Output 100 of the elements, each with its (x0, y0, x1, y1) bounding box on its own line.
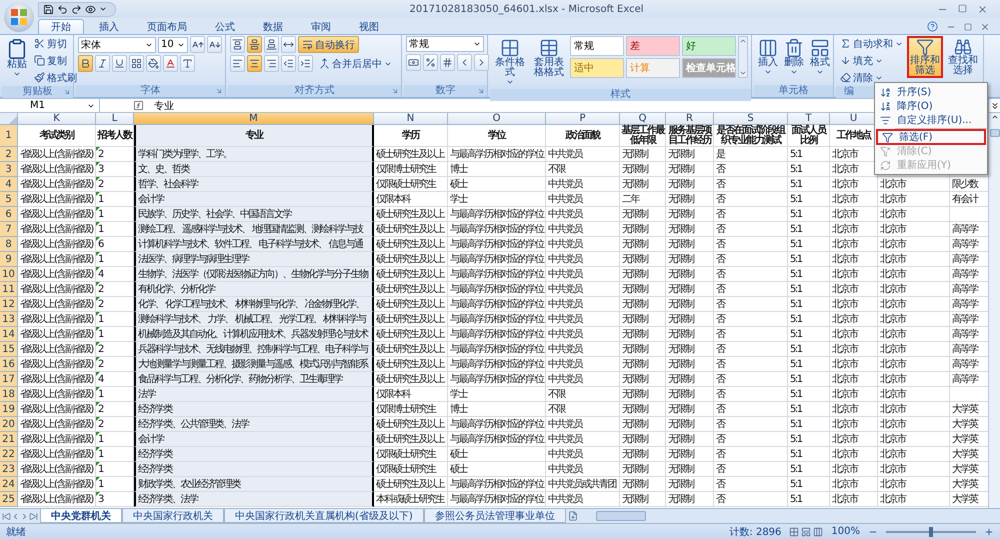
sort-filter-button[interactable]: 排序和筛选 (907, 36, 943, 78)
page-break-icon[interactable] (813, 526, 824, 536)
indent-button[interactable] (298, 55, 313, 72)
font-size-field[interactable]: 10 (158, 36, 188, 52)
outdent-button[interactable] (281, 55, 296, 72)
ribbon-tab[interactable]: 数据 (250, 19, 296, 34)
gallery-scrollbar[interactable] (738, 36, 748, 78)
phonetic-button[interactable] (180, 55, 195, 72)
new-sheet-icon[interactable] (568, 511, 578, 521)
align-right-button[interactable] (264, 55, 279, 72)
row-header[interactable]: 14 (0, 327, 18, 342)
fill-button[interactable]: 填充 (838, 53, 905, 68)
align-top-button[interactable] (230, 36, 245, 53)
row-header[interactable]: 15 (0, 342, 18, 357)
row-header[interactable]: 25 (0, 492, 18, 507)
scrollbar-thumb[interactable] (596, 511, 646, 521)
row-header[interactable]: 5 (0, 192, 18, 207)
row-header[interactable]: 4 (0, 177, 18, 192)
office-button[interactable] (4, 2, 34, 32)
ribbon-tab[interactable]: 公式 (202, 19, 248, 34)
paste-button[interactable]: 粘贴 (4, 36, 30, 80)
comma-style-button[interactable] (440, 54, 455, 71)
format-cells-button[interactable]: 格式 (808, 36, 832, 78)
row-header[interactable]: 20 (0, 417, 18, 432)
align-middle-button[interactable] (247, 36, 262, 53)
merge-center-button[interactable]: 合并后居中 (315, 55, 396, 72)
normal-view-icon[interactable] (789, 526, 800, 536)
row-header[interactable]: 1 (0, 125, 18, 147)
insert-cells-button[interactable]: 插入 (756, 36, 780, 78)
shrink-font-button[interactable] (207, 36, 222, 53)
row-header[interactable]: 19 (0, 402, 18, 417)
bold-button[interactable] (78, 55, 93, 72)
close-icon[interactable] (977, 4, 988, 14)
font-color-button[interactable] (163, 55, 178, 72)
first-sheet-icon[interactable] (2, 512, 11, 520)
formula-field[interactable]: 专业 (150, 98, 178, 112)
name-box[interactable]: M1 (0, 99, 100, 112)
row-header[interactable]: 9 (0, 252, 18, 267)
decrease-decimal-button[interactable] (474, 54, 489, 71)
fill-color-button[interactable] (146, 55, 161, 72)
row-header[interactable]: 22 (0, 447, 18, 462)
menu-item[interactable]: 自定义排序(U)... (875, 113, 987, 127)
row-header[interactable]: 7 (0, 222, 18, 237)
column-header[interactable]: Q (620, 113, 666, 125)
column-header[interactable]: K (18, 113, 96, 125)
column-header[interactable]: P (546, 113, 620, 125)
menu-item[interactable]: 降序(O) (875, 99, 987, 113)
currency-button[interactable] (406, 54, 421, 71)
row-header[interactable]: 21 (0, 432, 18, 447)
ribbon-tab[interactable]: 开始 (38, 19, 84, 34)
autosum-button[interactable]: 自动求和 (838, 36, 905, 51)
column-header[interactable]: L (96, 113, 134, 125)
row-header[interactable]: 12 (0, 297, 18, 312)
find-select-button[interactable]: 查找和选择 (945, 36, 981, 78)
wrap-text-button[interactable]: 自动换行 (298, 36, 359, 53)
sheet-tab[interactable]: 中央党群机关 (40, 509, 122, 523)
conditional-format-button[interactable]: 条件格式 (492, 36, 528, 88)
scrollbar-thumb[interactable] (990, 129, 1000, 137)
ribbon-tab[interactable]: 页面布局 (134, 19, 200, 34)
page-layout-icon[interactable] (801, 526, 812, 536)
help-icon[interactable] (927, 21, 938, 32)
last-sheet-icon[interactable] (29, 512, 38, 520)
undo-icon[interactable] (57, 4, 68, 14)
underline-button[interactable] (112, 55, 127, 72)
number-format-field[interactable]: 常规 (406, 36, 484, 52)
column-header[interactable]: N (374, 113, 448, 125)
row-header[interactable]: 3 (0, 162, 18, 177)
row-header[interactable]: 17 (0, 372, 18, 387)
vertical-scrollbar[interactable] (988, 113, 1000, 508)
align-left-button[interactable] (230, 55, 245, 72)
redo-icon[interactable] (71, 4, 82, 14)
previous-sheet-icon[interactable] (11, 512, 20, 520)
row-header[interactable]: 11 (0, 282, 18, 297)
italic-button[interactable] (95, 55, 110, 72)
font-name-field[interactable]: 宋体 (78, 36, 156, 52)
column-header[interactable]: O (448, 113, 546, 125)
format-painter-button[interactable]: 格式刷 (32, 70, 79, 85)
align-center-button[interactable] (247, 55, 262, 72)
row-header[interactable]: 23 (0, 462, 18, 477)
zoom-thumb[interactable] (929, 526, 933, 536)
column-header[interactable]: S (714, 113, 788, 125)
row-header[interactable]: 18 (0, 387, 18, 402)
close-icon[interactable] (980, 22, 990, 32)
orientation-button[interactable] (281, 36, 296, 53)
cut-button[interactable]: 剪切 (32, 36, 79, 51)
restore-icon[interactable] (958, 4, 967, 12)
row-header[interactable]: 24 (0, 477, 18, 492)
cell-style-swatch[interactable]: 适中 (570, 58, 624, 78)
percent-button[interactable] (423, 54, 438, 71)
zoom-in-icon[interactable] (984, 526, 994, 536)
menu-item[interactable]: 筛选(F) (877, 130, 985, 144)
row-header[interactable]: 8 (0, 237, 18, 252)
row-header[interactable]: 6 (0, 207, 18, 222)
copy-button[interactable]: 复制 (32, 53, 79, 68)
cell-style-swatch[interactable]: 差 (626, 36, 680, 56)
cell-style-swatch[interactable]: 好 (682, 36, 736, 56)
row-header[interactable]: 10 (0, 267, 18, 282)
ribbon-tab[interactable]: 审阅 (298, 19, 344, 34)
borders-button[interactable] (129, 55, 144, 72)
save-icon[interactable] (43, 4, 54, 14)
